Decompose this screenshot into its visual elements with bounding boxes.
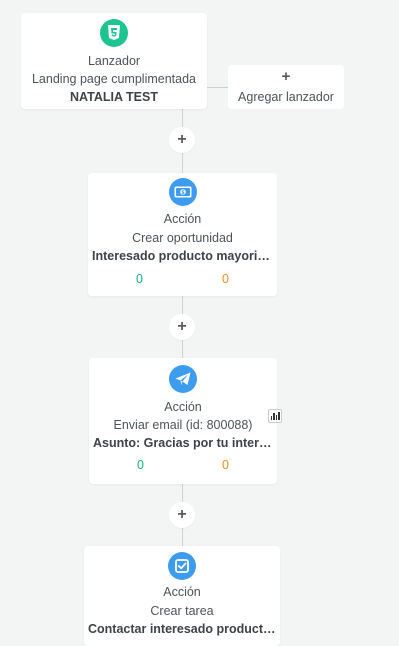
add-step-button[interactable]: + <box>169 314 195 340</box>
action-card-create-task[interactable]: Acción Crear tarea Contactar interesado … <box>84 546 280 646</box>
trigger-card[interactable]: Lanzador Landing page cumplimentada NATA… <box>21 13 207 109</box>
check-square-icon <box>168 552 196 580</box>
action-description: Enviar email (id: 800088) <box>113 418 253 432</box>
html5-icon <box>100 19 128 47</box>
plus-icon: + <box>177 318 187 335</box>
action-name: Asunto: Gracias por tu intere... <box>93 436 277 450</box>
paper-plane-icon <box>169 365 197 393</box>
add-trigger-label: Agregar lanzador <box>238 90 334 104</box>
action-description: Crear tarea <box>150 604 214 618</box>
trigger-name: NATALIA TEST <box>70 90 158 104</box>
svg-text:$: $ <box>181 190 185 196</box>
action-description: Crear oportunidad <box>132 231 233 245</box>
connector-line <box>207 87 228 88</box>
action-type: Acción <box>164 400 202 414</box>
action-card-create-opportunity[interactable]: $ Acción Crear oportunidad Interesado pr… <box>88 173 277 296</box>
success-count[interactable]: 0 <box>137 457 144 473</box>
bar-chart-icon[interactable] <box>268 409 282 423</box>
plus-icon: + <box>281 68 291 85</box>
action-name: Interesado producto mayorista <box>92 249 276 263</box>
pending-count[interactable]: 0 <box>222 457 229 473</box>
action-type: Acción <box>163 212 202 226</box>
pending-count[interactable]: 0 <box>222 271 229 287</box>
action-name: Contactar interesado producto... <box>88 622 280 636</box>
success-count[interactable]: 0 <box>136 271 143 287</box>
action-type: Acción <box>163 585 201 599</box>
add-step-button[interactable]: + <box>169 127 195 153</box>
plus-icon: + <box>177 506 187 523</box>
trigger-description: Landing page cumplimentada <box>31 72 196 86</box>
plus-icon: + <box>177 131 187 148</box>
trigger-type: Lanzador <box>87 54 141 68</box>
action-card-send-email[interactable]: Acción Enviar email (id: 800088) Asunto:… <box>89 358 277 484</box>
money-bill-icon: $ <box>168 178 197 206</box>
add-trigger-button[interactable]: + Agregar lanzador <box>228 65 344 109</box>
add-step-button[interactable]: + <box>169 502 195 528</box>
